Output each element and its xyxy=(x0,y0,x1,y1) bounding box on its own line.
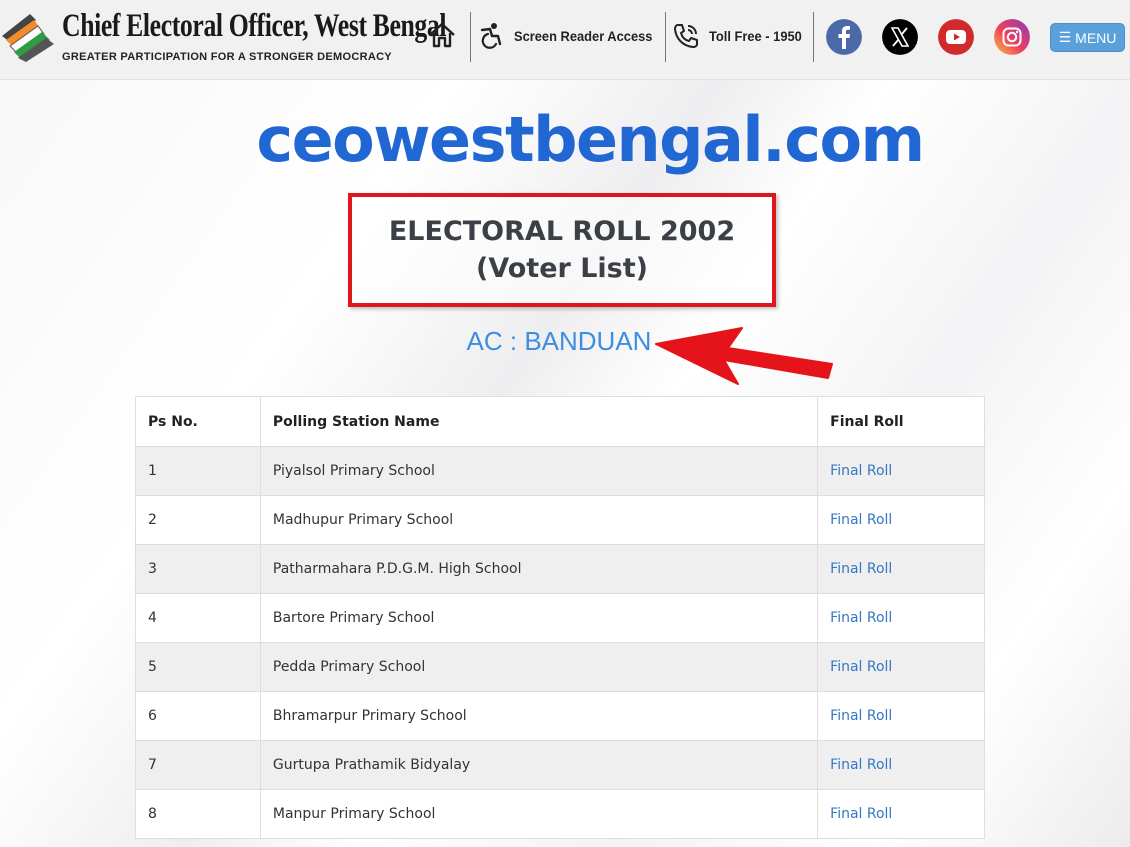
polling-station-name: Manpur Primary School xyxy=(259,789,819,839)
table-row: 8 Manpur Primary School Final Roll xyxy=(135,789,985,839)
polling-station-name: Madhupur Primary School xyxy=(259,495,819,545)
ps-number: 1 xyxy=(135,446,261,496)
final-roll-link[interactable]: Final Roll xyxy=(817,544,985,594)
instagram-icon[interactable] xyxy=(994,19,1030,55)
table-row: 3 Patharmahara P.D.G.M. High School Fina… xyxy=(135,544,985,594)
ps-number: 3 xyxy=(135,544,261,594)
menu-label: MENU xyxy=(1075,29,1117,46)
brand-tagline: GREATER PARTICIPATION FOR A STRONGER DEM… xyxy=(62,51,392,63)
table-row: 5 Pedda Primary School Final Roll xyxy=(135,642,985,692)
table-row: 4 Bartore Primary School Final Roll xyxy=(135,593,985,643)
polling-station-name: Piyalsol Primary School xyxy=(259,446,819,496)
page-subtitle: (Voter List) xyxy=(475,253,649,284)
table-header-row: Ps No. Polling Station Name Final Roll xyxy=(135,396,985,447)
ps-number: 6 xyxy=(135,691,261,741)
final-roll-link[interactable]: Final Roll xyxy=(817,789,985,839)
page-title-box: ELECTORAL ROLL 2002 (Voter List) xyxy=(348,193,776,307)
toll-free-link[interactable]: Toll Free - 1950 xyxy=(709,28,802,44)
ps-number: 8 xyxy=(135,789,261,839)
column-header-final-roll: Final Roll xyxy=(817,396,985,447)
final-roll-link[interactable]: Final Roll xyxy=(817,691,985,741)
final-roll-link[interactable]: Final Roll xyxy=(817,593,985,643)
hamburger-icon: ☰ xyxy=(1058,29,1072,45)
page-title: ELECTORAL ROLL 2002 xyxy=(388,216,736,247)
polling-station-name: Bhramarpur Primary School xyxy=(259,691,819,741)
facebook-icon[interactable] xyxy=(826,19,862,55)
screen-reader-access-link[interactable]: Screen Reader Access xyxy=(514,28,652,44)
polling-station-name: Gurtupa Prathamik Bidyalay xyxy=(259,740,819,790)
x-icon[interactable] xyxy=(882,19,918,55)
column-header-station-name: Polling Station Name xyxy=(259,396,819,447)
home-icon[interactable] xyxy=(428,22,456,48)
final-roll-link[interactable]: Final Roll xyxy=(817,642,985,692)
site-watermark: ceowestbengal.com xyxy=(256,103,925,176)
site-header: Chief Electoral Officer, West Bengal GRE… xyxy=(0,0,1130,80)
assembly-constituency-name: AC : BANDUAN xyxy=(466,326,652,356)
evm-logo-icon[interactable] xyxy=(0,10,56,62)
phone-icon[interactable] xyxy=(672,22,700,50)
accessibility-icon[interactable] xyxy=(478,22,504,50)
ps-number: 4 xyxy=(135,593,261,643)
header-divider xyxy=(813,12,814,62)
final-roll-link[interactable]: Final Roll xyxy=(817,495,985,545)
table-row: 1 Piyalsol Primary School Final Roll xyxy=(135,446,985,496)
polling-station-table: Ps No. Polling Station Name Final Roll 1… xyxy=(135,396,985,839)
final-roll-link[interactable]: Final Roll xyxy=(817,740,985,790)
polling-station-name: Bartore Primary School xyxy=(259,593,819,643)
table-row: 2 Madhupur Primary School Final Roll xyxy=(135,495,985,545)
header-divider xyxy=(470,12,471,62)
annotation-arrow-icon xyxy=(655,327,833,385)
youtube-icon[interactable] xyxy=(938,19,974,55)
header-divider xyxy=(665,12,666,62)
brand-title[interactable]: Chief Electoral Officer, West Bengal xyxy=(62,8,447,45)
table-row: 7 Gurtupa Prathamik Bidyalay Final Roll xyxy=(135,740,985,790)
ps-number: 2 xyxy=(135,495,261,545)
table-row: 6 Bhramarpur Primary School Final Roll xyxy=(135,691,985,741)
final-roll-link[interactable]: Final Roll xyxy=(817,446,985,496)
menu-button[interactable]: ☰ MENU xyxy=(1050,23,1125,52)
ps-number: 7 xyxy=(135,740,261,790)
column-header-ps-no: Ps No. xyxy=(135,396,261,447)
polling-station-name: Patharmahara P.D.G.M. High School xyxy=(259,544,819,594)
polling-station-name: Pedda Primary School xyxy=(259,642,819,692)
ps-number: 5 xyxy=(135,642,261,692)
